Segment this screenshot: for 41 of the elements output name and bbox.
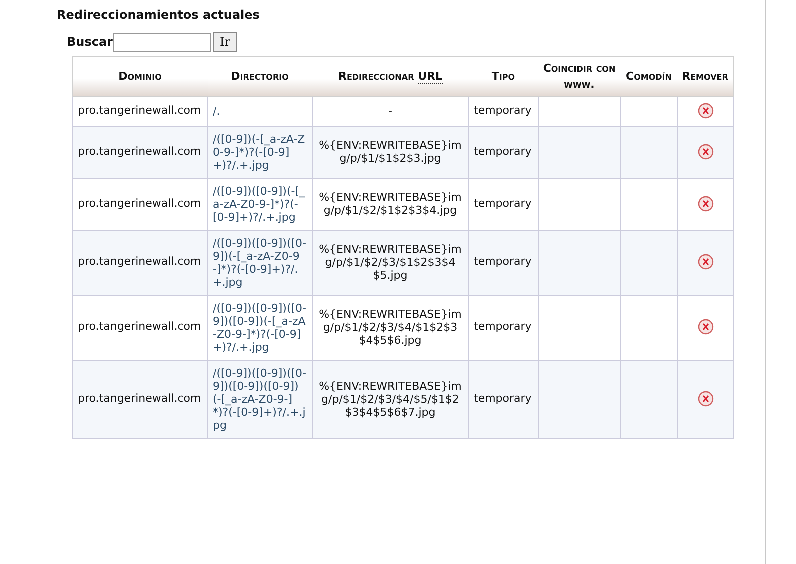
table-cell: temporary	[468, 230, 538, 295]
remove-icon[interactable]	[698, 196, 714, 212]
table-cell: temporary	[468, 178, 538, 230]
table-cell: /([0-9])([0-9])([0-9])([0-9])([0-9])(-[_a-zA-Z0-9-]*)?(-[0-9]+)?/.+.jpg	[208, 360, 312, 438]
table-cell: temporary	[468, 126, 538, 178]
table-cell: temporary	[468, 360, 538, 438]
column-header: Dominio	[72, 56, 208, 96]
remove-icon[interactable]	[698, 102, 714, 119]
table-cell: pro.tangerinewall.com	[72, 295, 208, 360]
table-cell: /([0-9])([0-9])([0-9])(-[_a-zA-Z0-9-]*)?(-[0-9]+)?/.+.jpg	[208, 230, 312, 295]
table-cell: /.	[208, 96, 312, 126]
table-cell: pro.tangerinewall.com	[72, 230, 208, 295]
table-cell: %{ENV:REWRITEBASE}img/p/$1/$2/$3/$4/$5/$1$2$3$4$5$6$7.jpg	[312, 360, 468, 438]
table-cell: -	[312, 96, 468, 126]
table-cell: %{ENV:REWRITEBASE}img/p/$1/$2/$3/$1$2$3$4$5.jpg	[312, 230, 468, 295]
column-header: Coincidir con www.	[538, 56, 620, 96]
remove-icon[interactable]	[698, 319, 714, 336]
column-header: Tipo	[468, 56, 538, 96]
section-title: Redireccionamientos actuales	[57, 7, 261, 24]
table-cell: /([0-9])([0-9])(-[_a-zA-Z0-9-]*)?(-[0-9]+)?/.+.jpg	[208, 178, 312, 230]
table-cell: %{ENV:REWRITEBASE}img/p/$1/$1$2$3.jpg	[312, 126, 468, 178]
table-cell: %{ENV:REWRITEBASE}img/p/$1/$2/$3/$4/$1$2$3$4$5$6.jpg	[312, 295, 468, 360]
search-label: Buscar	[67, 34, 113, 51]
search-button[interactable]: Ir	[212, 32, 238, 52]
remove-icon[interactable]	[698, 254, 714, 270]
table-cell: pro.tangerinewall.com	[72, 178, 208, 230]
table-cell: temporary	[468, 295, 538, 360]
search-field[interactable]	[112, 32, 211, 52]
table-cell: pro.tangerinewall.com	[72, 96, 208, 126]
table-cell: /([0-9])([0-9])([0-9])([0-9])(-[_a-zA-Z0-9-]*)?(-[0-9]+)?/.+.jpg	[208, 295, 312, 360]
table-cell: %{ENV:REWRITEBASE}img/p/$1/$2/$1$2$3$4.jpg	[312, 178, 468, 230]
table-cell: temporary	[468, 96, 538, 126]
table-cell: /([0-9])(-[_a-zA-Z0-9-]*)?(-[0-9]+)?/.+.jpg	[208, 126, 312, 178]
remove-icon[interactable]	[698, 390, 714, 407]
column-header: Redireccionar URL	[312, 56, 468, 96]
table-cell: pro.tangerinewall.com	[72, 126, 208, 178]
column-header: Directorio	[208, 56, 312, 96]
column-header: Remover	[678, 56, 734, 96]
column-header: Comodín	[620, 56, 678, 96]
remove-icon[interactable]	[698, 144, 714, 160]
table-cell: pro.tangerinewall.com	[72, 360, 208, 438]
